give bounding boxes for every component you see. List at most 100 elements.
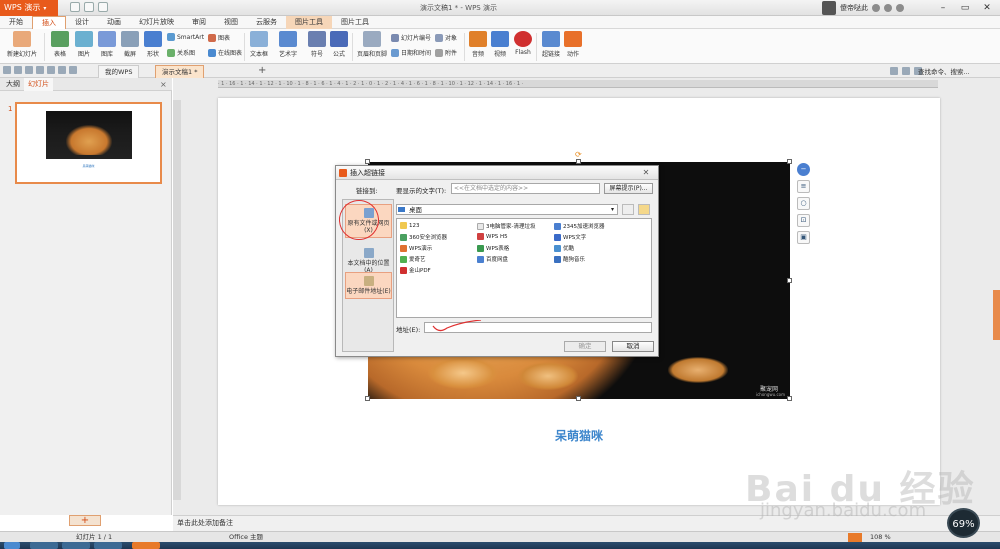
- smartart-button[interactable]: SmartArt: [167, 33, 204, 41]
- chevron-down-icon[interactable]: ▾: [611, 204, 614, 215]
- tab-presentation[interactable]: 演示文稿1 *: [155, 65, 205, 78]
- tab-design[interactable]: 设计: [66, 16, 98, 29]
- look-in-select[interactable]: 桌面: [396, 204, 618, 215]
- new-tab-button[interactable]: +: [258, 64, 266, 78]
- gear-icon[interactable]: [884, 4, 892, 12]
- tab-animation[interactable]: 动画: [98, 16, 130, 29]
- ok-button[interactable]: 确定: [564, 341, 606, 352]
- list-item[interactable]: 2345加速浏览器: [554, 222, 605, 230]
- resize-handle[interactable]: [787, 278, 792, 283]
- replace-image-icon[interactable]: ▣: [797, 231, 810, 244]
- video-button[interactable]: 视频: [490, 31, 510, 58]
- link-this-document[interactable]: 本文档中的位置(A): [345, 248, 392, 274]
- layers-icon[interactable]: ≡: [797, 180, 810, 193]
- textbox-button[interactable]: 文本框: [248, 31, 270, 58]
- tab-cloud[interactable]: 云服务: [247, 16, 286, 29]
- datetime-button[interactable]: 日期和时间: [391, 48, 431, 57]
- chat-icon[interactable]: [890, 67, 898, 75]
- play-icon[interactable]: [848, 533, 862, 542]
- command-search[interactable]: 查找命令、搜索...: [918, 66, 970, 76]
- address-input[interactable]: [424, 320, 652, 333]
- chart-button[interactable]: 图表: [208, 33, 230, 42]
- resize-handle[interactable]: [365, 159, 370, 164]
- close-icon[interactable]: ✕: [638, 168, 654, 178]
- list-item[interactable]: 3电脑管家-清理垃圾: [477, 222, 536, 230]
- formula-button[interactable]: 公式: [330, 31, 348, 58]
- tab-picture-tools-2[interactable]: 图片工具: [332, 16, 378, 29]
- list-item[interactable]: 优酷: [554, 244, 574, 252]
- collapse-icon[interactable]: −: [797, 163, 810, 176]
- taskbar-item[interactable]: [62, 542, 90, 549]
- relation-chart-button[interactable]: 关系图: [167, 48, 195, 57]
- tab-view[interactable]: 视图: [215, 16, 247, 29]
- tab-home[interactable]: 开始: [0, 16, 32, 29]
- list-item[interactable]: WPS演示: [400, 244, 432, 252]
- shapes-button[interactable]: 形状: [143, 31, 163, 58]
- attachment-button[interactable]: 附件: [435, 48, 457, 57]
- print-icon[interactable]: [25, 66, 33, 74]
- close-button[interactable]: ✕: [976, 0, 998, 16]
- list-item[interactable]: 爱奇艺: [400, 255, 426, 263]
- slide-caption[interactable]: 呆萌猫咪: [218, 427, 940, 444]
- new-slide-button[interactable]: 新建幻灯片: [4, 31, 40, 58]
- scrollbar-highlight[interactable]: [993, 290, 1000, 340]
- tab-review[interactable]: 审阅: [183, 16, 215, 29]
- screen-tip-button[interactable]: 屏幕提示(P)...: [604, 183, 653, 194]
- link-email[interactable]: 电子邮件地址(E): [345, 272, 392, 299]
- resize-handle[interactable]: [576, 159, 581, 164]
- maximize-button[interactable]: ▭: [954, 0, 976, 16]
- user-name[interactable]: 傻帝哒此: [840, 3, 868, 13]
- cancel-button[interactable]: 取消: [612, 341, 654, 352]
- app-menu-button[interactable]: WPS 演示 ▾: [0, 0, 58, 16]
- display-text-input[interactable]: <<在文档中选定的内容>>: [451, 183, 600, 194]
- action-button[interactable]: 动作: [564, 31, 582, 58]
- preview-icon[interactable]: [36, 66, 44, 74]
- arrow-icon[interactable]: [902, 67, 910, 75]
- redo-icon[interactable]: [69, 66, 77, 74]
- list-item[interactable]: WPS H5: [477, 233, 508, 240]
- tab-slideshow[interactable]: 幻灯片放映: [130, 16, 183, 29]
- taskbar-item[interactable]: [94, 542, 122, 549]
- flash-button[interactable]: Flash: [513, 31, 533, 56]
- gallery-button[interactable]: 图库: [97, 31, 117, 58]
- zoom-icon[interactable]: ○: [797, 197, 810, 210]
- list-item[interactable]: 百度网盘: [477, 255, 508, 263]
- open-icon[interactable]: [3, 66, 11, 74]
- resize-handle[interactable]: [787, 159, 792, 164]
- list-item[interactable]: WPS文字: [554, 233, 586, 241]
- avatar[interactable]: [822, 1, 836, 15]
- picture-button[interactable]: 图片: [74, 31, 94, 58]
- resize-handle[interactable]: [365, 396, 370, 401]
- taskbar-wps[interactable]: [132, 542, 160, 549]
- table-button[interactable]: 表格: [50, 31, 70, 58]
- export-icon[interactable]: [47, 66, 55, 74]
- list-item[interactable]: WPS表格: [477, 244, 509, 252]
- rotate-handle-icon[interactable]: ⟳: [575, 150, 582, 159]
- tab-slides[interactable]: 幻灯片: [24, 78, 53, 91]
- redo-icon[interactable]: [98, 2, 108, 12]
- start-button[interactable]: [4, 542, 20, 549]
- close-icon[interactable]: ×: [160, 78, 167, 91]
- list-item[interactable]: 金山PDF: [400, 266, 431, 274]
- undo-icon[interactable]: [84, 2, 94, 12]
- undo-icon[interactable]: [58, 66, 66, 74]
- wordart-button[interactable]: 艺术字: [276, 31, 300, 58]
- list-item[interactable]: 123: [400, 222, 420, 229]
- audio-button[interactable]: 音频: [468, 31, 488, 58]
- zoom-level[interactable]: 108 %: [870, 532, 891, 542]
- slide-thumbnail[interactable]: 呆萌猫咪: [15, 102, 162, 184]
- taskbar-item[interactable]: [30, 542, 58, 549]
- tab-outline[interactable]: 大纲: [2, 78, 24, 91]
- resize-handle[interactable]: [576, 396, 581, 401]
- save-icon[interactable]: [14, 66, 22, 74]
- symbol-button[interactable]: 符号: [307, 31, 327, 58]
- help-icon[interactable]: [872, 4, 880, 12]
- tab-my-wps[interactable]: 我的WPS: [98, 65, 140, 78]
- resize-handle[interactable]: [787, 396, 792, 401]
- skin-icon[interactable]: [896, 4, 904, 12]
- hyperlink-button[interactable]: 超链接: [540, 31, 562, 58]
- add-slide-button[interactable]: +: [69, 515, 101, 526]
- list-item[interactable]: 360安全浏览器: [400, 233, 447, 241]
- slide-number-button[interactable]: 幻灯片编号: [391, 33, 431, 42]
- object-button[interactable]: 对象: [435, 33, 457, 42]
